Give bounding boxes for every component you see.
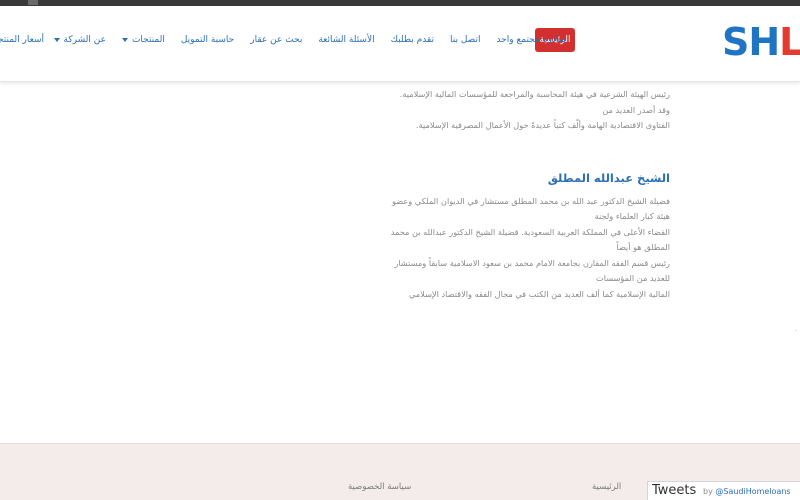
bio-line: فضيلة الشيخ الدكتور عبد الله بن محمد الم… [392,195,670,222]
logo-text-l: L [779,20,800,64]
nav-item-label: اتصل بنا [450,35,481,45]
shl-logo[interactable]: SHL [722,22,800,62]
nav-item-label: مبادرة مجتمع واحد [496,35,566,45]
nav-item-one-community[interactable]: مبادرة مجتمع واحد [488,28,574,52]
footer-link-privacy[interactable]: سياسة الخصوصية [348,482,411,492]
nav-item-property-search[interactable]: بحث عن عقار [242,28,310,52]
footer-link-home[interactable]: الرئيسية [592,482,621,492]
bio-line: الفتاوى الاقتصادية الهامة وألّف كتباً عد… [416,120,670,130]
tweets-byline: by @SaudiHomeloans [703,487,791,496]
tweets-handle-link[interactable]: @SaudiHomeloans [715,487,790,496]
twitter-widget[interactable]: Tweets by @SaudiHomeloans [647,481,800,500]
nav-item-label: الأسئلة الشائعة [318,35,375,45]
nav-item-finance-calculator[interactable]: حاسبة التمويل [173,28,242,52]
nav-item-faq[interactable]: الأسئلة الشائعة [310,28,382,52]
nav-item-product-prices[interactable]: أسعار المنتجات [0,28,44,52]
board-member-content: رئيس الهيئة الشرعية في هيئة المحاسبة وال… [390,82,670,302]
nav-item-label: تقدم بطلبك [390,35,434,45]
chevron-down-icon [121,37,128,42]
main-nav: عن الشركة المنتجات حاسبة التمويل بحث عن … [46,28,574,52]
nav-item-contact[interactable]: اتصل بنا [442,28,488,52]
nav-item-apply[interactable]: تقدم بطلبك [383,28,442,52]
bio-line: القضاء الأعلى في المملكة العربية السعودي… [390,226,670,253]
nav-item-label: حاسبة التمويل [180,35,235,45]
nav-item-products[interactable]: المنتجات [114,28,173,52]
tweets-title: Tweets [652,483,697,498]
nav-item-label: المنتجات [131,35,165,45]
bio-line: رئيس الهيئة الشرعية في هيئة المحاسبة وال… [399,89,670,115]
tweets-by-label: by [703,487,713,496]
side-mark: . [795,325,798,333]
member-name-heading: الشيخ عبدالله المطلق [547,170,670,185]
bio-line: المالية الإسلامية كما ألف العديد من الكت… [408,288,670,299]
nav-item-about[interactable]: عن الشركة [46,28,114,52]
site-header: SHL الرئيسية عن الشركة المنتجات حاسبة ال… [0,6,800,82]
bio-line: رئيس قسم الفقه المقارن بجامعة الامام محم… [394,257,670,284]
chevron-down-icon [53,37,60,42]
logo-text-sh: SH [722,20,780,64]
browser-tab-indicator [28,0,38,5]
nav-item-label: عن الشركة [63,35,106,45]
nav-item-label: بحث عن عقار [250,35,303,45]
